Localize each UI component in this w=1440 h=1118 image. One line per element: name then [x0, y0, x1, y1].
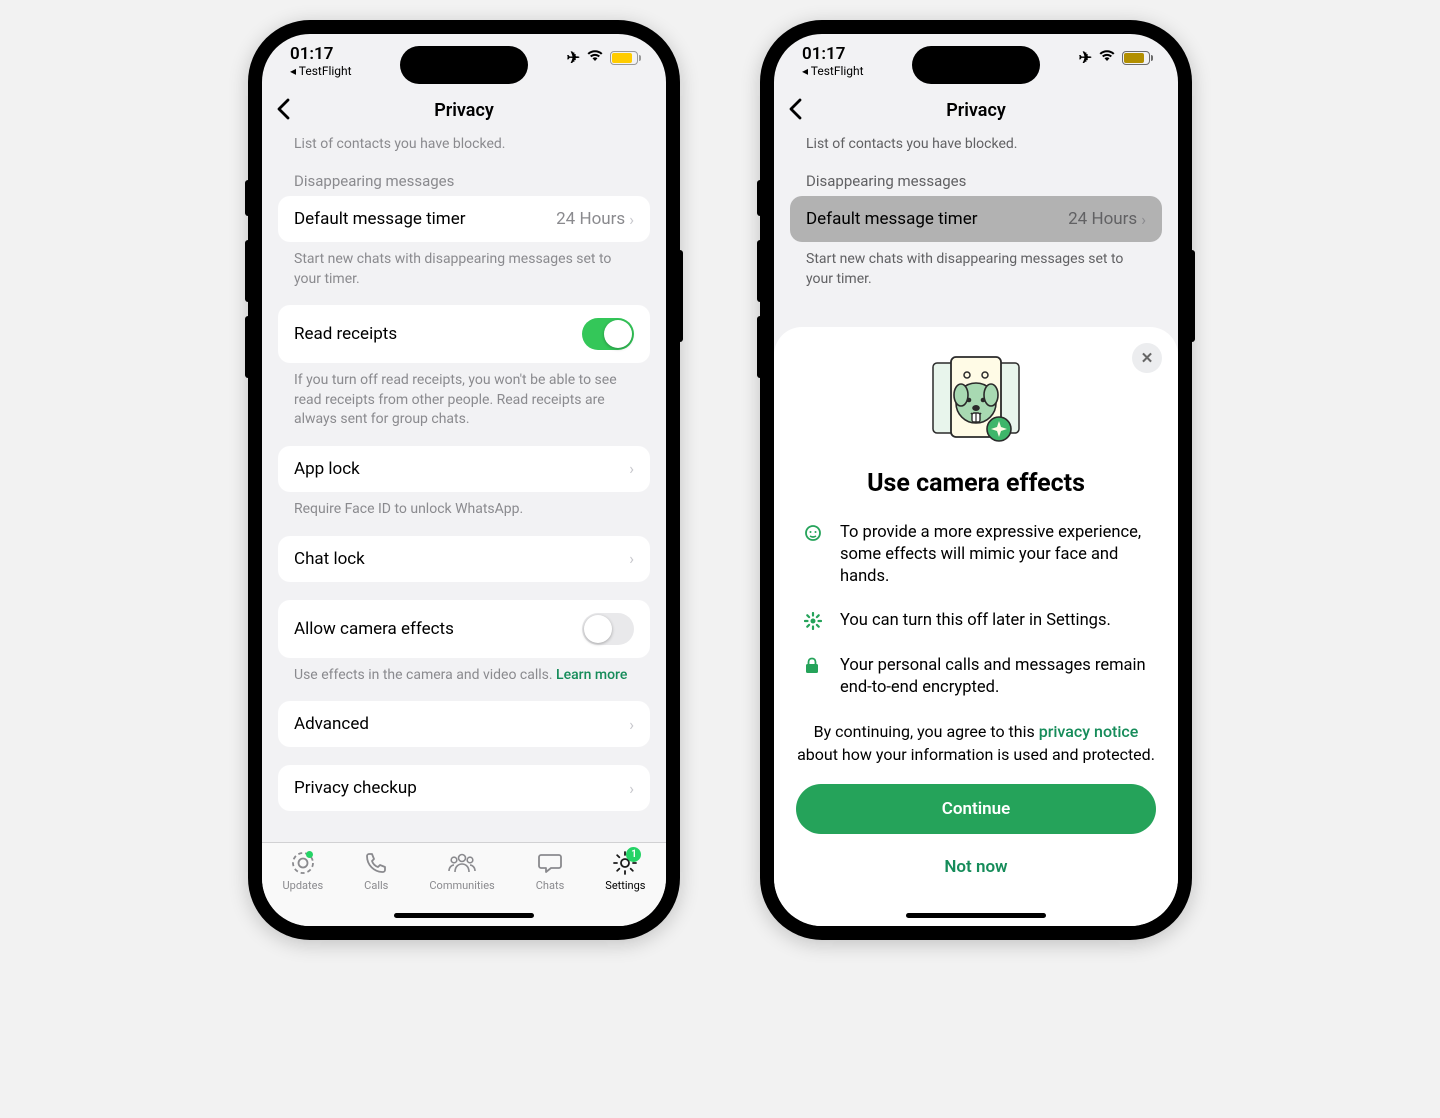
nav-header: Privacy: [774, 88, 1178, 132]
camera-effects-sheet: ✕ Use camera effects: [774, 327, 1178, 926]
chevron-right-icon: ›: [629, 549, 634, 568]
battery-icon: [610, 51, 638, 65]
continue-button[interactable]: Continue: [796, 784, 1156, 834]
status-time: 01:17: [290, 44, 352, 64]
camera-effects-footer: Use effects in the camera and video call…: [278, 658, 650, 702]
phone-right: 01:17 ◂ TestFlight ✈︎ Privacy List: [760, 20, 1192, 940]
row-camera-effects: Allow camera effects: [278, 600, 650, 658]
camera-effects-illustration: [921, 353, 1031, 451]
default-timer-value: 24 Hours: [556, 209, 625, 229]
app-lock-label: App lock: [294, 459, 360, 479]
app-lock-footer: Require Face ID to unlock WhatsApp.: [278, 492, 650, 536]
status-time: 01:17: [802, 44, 864, 64]
lock-icon: [804, 657, 822, 675]
row-default-timer[interactable]: Default message timer 24 Hours ›: [278, 196, 650, 242]
phone-left: 01:17 ◂ TestFlight ✈︎ Privacy List of co…: [248, 20, 680, 940]
bullet-2-text: You can turn this off later in Settings.: [840, 610, 1111, 632]
row-read-receipts: Read receipts: [278, 305, 650, 363]
back-icon[interactable]: [788, 98, 802, 125]
sheet-notice: By continuing, you agree to this privacy…: [796, 721, 1156, 766]
camera-effects-toggle[interactable]: [582, 613, 634, 645]
back-icon[interactable]: [276, 98, 290, 125]
row-default-timer: Default message timer 24 Hours ›: [790, 196, 1162, 242]
chevron-right-icon: ›: [629, 779, 634, 798]
face-icon: [804, 524, 822, 542]
communities-icon: [447, 849, 477, 877]
home-indicator[interactable]: [906, 913, 1046, 918]
row-privacy-checkup[interactable]: Privacy checkup ›: [278, 765, 650, 811]
privacy-checkup-label: Privacy checkup: [294, 778, 417, 798]
tab-communities-label: Communities: [429, 879, 494, 892]
chat-lock-label: Chat lock: [294, 549, 365, 569]
chevron-right-icon: ›: [629, 459, 634, 478]
bullet-face-tracking: To provide a more expressive experience,…: [804, 522, 1148, 589]
chats-icon: [537, 849, 563, 877]
chevron-right-icon: ›: [1141, 210, 1146, 229]
nav-header: Privacy: [262, 88, 666, 132]
close-icon[interactable]: ✕: [1132, 343, 1162, 373]
default-timer-footer: Start new chats with disappearing messag…: [278, 242, 650, 305]
tab-updates-label: Updates: [283, 879, 324, 892]
page-title: Privacy: [946, 100, 1006, 121]
section-disappearing: Disappearing messages: [278, 162, 650, 196]
status-back-app[interactable]: ◂ TestFlight: [802, 64, 864, 78]
advanced-label: Advanced: [294, 714, 369, 734]
blocked-footer-partial: List of contacts you have blocked.: [278, 132, 650, 162]
settings-badge: 1: [626, 847, 641, 862]
tab-chats[interactable]: Chats: [536, 849, 564, 892]
airplane-icon: ✈︎: [567, 48, 580, 67]
airplane-icon: ✈︎: [1079, 48, 1092, 67]
tab-calls[interactable]: Calls: [364, 849, 388, 892]
row-advanced[interactable]: Advanced ›: [278, 701, 650, 747]
privacy-content[interactable]: List of contacts you have blocked. Disap…: [262, 132, 666, 842]
bullet-3-text: Your personal calls and messages remain …: [840, 655, 1148, 700]
sheet-title: Use camera effects: [796, 469, 1156, 498]
read-receipts-toggle[interactable]: [582, 318, 634, 350]
learn-more-link[interactable]: Learn more: [556, 667, 627, 683]
bullet-1-text: To provide a more expressive experience,…: [840, 522, 1148, 589]
dynamic-island: [400, 46, 528, 84]
camera-effects-label: Allow camera effects: [294, 619, 454, 639]
bullet-encryption: Your personal calls and messages remain …: [804, 655, 1148, 700]
chevron-right-icon: ›: [629, 715, 634, 734]
privacy-notice-link[interactable]: privacy notice: [1039, 722, 1139, 741]
tab-calls-label: Calls: [364, 879, 388, 892]
chevron-right-icon: ›: [629, 210, 634, 229]
tab-chats-label: Chats: [536, 879, 564, 892]
status-back-app[interactable]: ◂ TestFlight: [290, 64, 352, 78]
bullet-settings: You can turn this off later in Settings.: [804, 610, 1148, 632]
row-chat-lock[interactable]: Chat lock ›: [278, 536, 650, 582]
tab-settings[interactable]: 1 Settings: [605, 849, 645, 892]
read-receipts-footer: If you turn off read receipts, you won't…: [278, 363, 650, 446]
gear-icon: [804, 612, 822, 630]
tab-settings-label: Settings: [605, 879, 645, 892]
home-indicator[interactable]: [394, 913, 534, 918]
battery-icon: [1122, 51, 1150, 65]
wifi-icon: [586, 49, 604, 66]
wifi-icon: [1098, 49, 1116, 66]
page-title: Privacy: [434, 100, 494, 121]
default-timer-label: Default message timer: [294, 209, 466, 229]
calls-icon: [364, 849, 388, 877]
tab-updates[interactable]: Updates: [283, 849, 324, 892]
read-receipts-label: Read receipts: [294, 324, 397, 344]
dynamic-island: [912, 46, 1040, 84]
not-now-button[interactable]: Not now: [796, 842, 1156, 892]
tab-communities[interactable]: Communities: [429, 849, 494, 892]
row-app-lock[interactable]: App lock ›: [278, 446, 650, 492]
